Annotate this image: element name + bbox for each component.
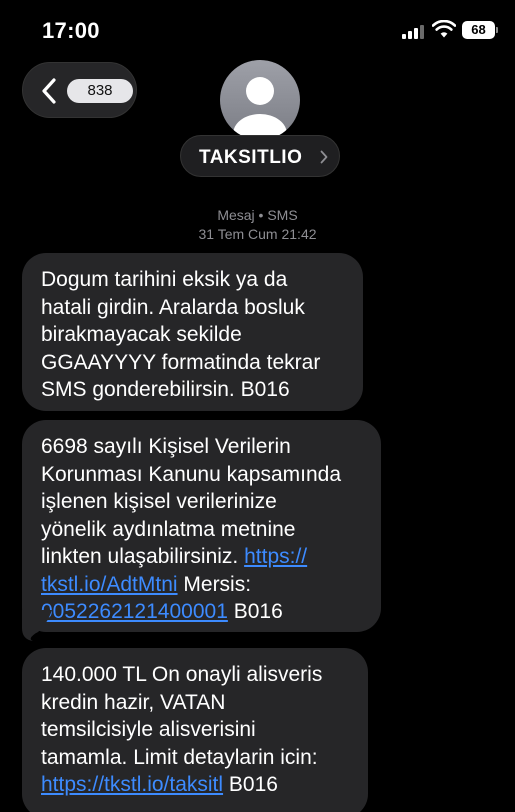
message-text-line: hatali girdin. Aralarda bosluk <box>41 295 305 319</box>
message-text-line: 140.000 TL On onayli alisveris <box>41 663 323 686</box>
message-bubble[interactable]: 140.000 TL On onayli alisveris kredin ha… <box>22 648 368 812</box>
message-code: B016 <box>228 773 278 796</box>
message-text: linkten ulaşabilirsiniz. <box>41 545 239 568</box>
message-text-line: tamamla. Limit detaylarin icin: <box>41 745 318 769</box>
message-text-line: yönelik aydınlatma metnine <box>41 517 296 541</box>
contact-name: TAKSITLIO <box>199 147 303 168</box>
mersis-label: Mersis: <box>183 572 252 596</box>
battery-level: 68 <box>462 21 495 39</box>
message-text-line: Korunması Kanunu kapsamında <box>41 462 342 486</box>
message-bubble[interactable]: 6698 sayılı Kişisel Verilerin Korunması … <box>22 420 381 632</box>
message-text-line: https://tkstl.io/taksitl B016 <box>41 771 350 799</box>
message-text-line: tkstl.io/AdtMtni Mersis: <box>41 571 363 599</box>
message-text-line: Dogum tarihini eksik ya da <box>41 268 288 291</box>
thread-timestamp: 31 Tem Cum 21:42 <box>198 226 317 242</box>
message-text-line: SMS gonderebilirsin. B016 <box>41 378 290 401</box>
battery-icon: 68 <box>462 21 498 39</box>
bubble-tail <box>22 610 52 641</box>
wifi-icon <box>432 20 456 38</box>
message-text-line: birakmayacak sekilde <box>41 323 242 346</box>
message-text-line: GGAAYYYY formatinda tekrar <box>41 350 321 374</box>
thread-service-label: Mesaj • SMS <box>217 207 298 223</box>
status-time: 17:00 <box>42 18 100 43</box>
status-bar: 17:00 68 <box>0 0 515 60</box>
chevron-left-icon <box>42 78 56 104</box>
message-text-line: linkten ulaşabilirsiniz. https:// <box>41 543 363 571</box>
cellular-signal-icon <box>402 24 426 39</box>
limit-details-link[interactable]: https://tkstl.io/taksitl <box>41 773 223 796</box>
privacy-notice-link[interactable]: https:// <box>244 545 307 568</box>
back-button[interactable]: 838 <box>22 62 137 118</box>
message-text-line: 6698 sayılı Kişisel Verilerin <box>41 435 291 458</box>
message-text-line: 0052262121400001 B016 <box>41 598 363 626</box>
message-text-line: kredin hazir, VATAN <box>41 690 226 714</box>
message-text-line: temsilcisiyle alisverisini <box>41 718 256 741</box>
unread-count-badge: 838 <box>67 79 133 103</box>
contact-name-button[interactable]: TAKSITLIO <box>180 135 340 177</box>
message-code: B016 <box>233 600 283 623</box>
mersis-number-link[interactable]: 0052262121400001 <box>41 600 228 623</box>
chevron-right-icon <box>320 150 328 164</box>
message-text-line: işlenen kişisel verilerinize <box>41 490 277 513</box>
contact-avatar[interactable] <box>220 60 300 140</box>
person-silhouette-icon <box>233 77 287 140</box>
message-bubble[interactable]: Dogum tarihini eksik ya da hatali girdin… <box>22 253 363 411</box>
privacy-notice-link-continued[interactable]: tkstl.io/AdtMtni <box>41 573 178 596</box>
